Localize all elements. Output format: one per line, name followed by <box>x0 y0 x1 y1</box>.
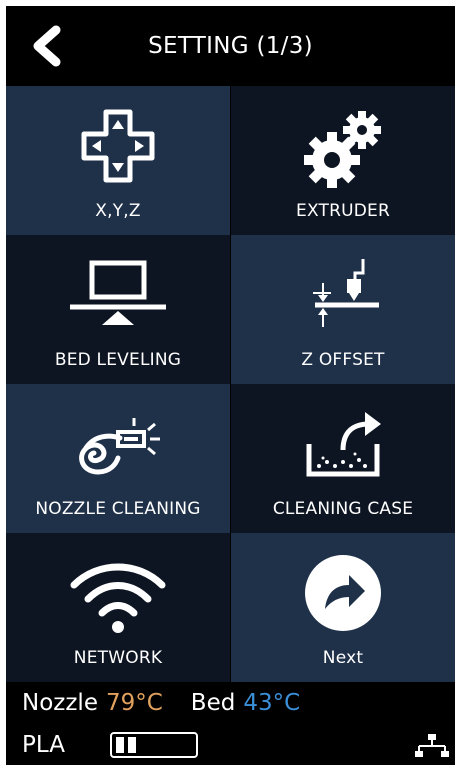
xyz-label: X,Y,Z <box>95 201 141 221</box>
filament-type: PLA <box>22 732 65 758</box>
network-tile[interactable]: NETWORK <box>6 533 230 682</box>
filament-indicator <box>110 732 198 758</box>
extruder-tile[interactable]: EXTRUDER <box>231 86 455 235</box>
network-label: NETWORK <box>73 648 163 668</box>
bed-temperature: 43°C <box>243 690 301 716</box>
dpad-icon <box>81 109 155 183</box>
bed-label: Bed <box>190 690 236 716</box>
indicator-segment <box>128 737 136 753</box>
ethernet-icon <box>415 734 449 757</box>
temperature-readout: Nozzle 79°C Bed 43°C <box>22 690 300 716</box>
nozzle-cleaning-icon <box>79 418 160 475</box>
cleaning-case-icon <box>306 412 381 477</box>
settings-grid: X,Y,Z EXTRUDER BED LEVELING Z OFFSET NOZ… <box>6 86 455 682</box>
nozzle-cleaning-label: NOZZLE CLEANING <box>35 499 201 519</box>
next-label: Next <box>322 648 364 668</box>
z-offset-icon <box>313 259 379 327</box>
next-arrow-icon <box>305 555 381 631</box>
cleaning-case-label: CLEANING CASE <box>272 499 414 519</box>
xyz-tile[interactable]: X,Y,Z <box>6 86 230 235</box>
extruder-label: EXTRUDER <box>296 201 390 221</box>
page-title: SETTING (1/3) <box>148 33 313 59</box>
cleaning-case-tile[interactable]: CLEANING CASE <box>231 384 455 533</box>
indicator-segment <box>116 737 124 753</box>
bed-leveling-label: BED LEVELING <box>54 350 182 370</box>
gears-icon <box>304 111 381 188</box>
z-offset-tile[interactable]: Z OFFSET <box>231 235 455 384</box>
bed-leveling-icon <box>70 260 166 325</box>
next-tile[interactable]: Next <box>231 533 455 682</box>
back-arrow-icon <box>33 25 61 67</box>
header-bar: SETTING (1/3) <box>6 6 455 86</box>
status-bar: Nozzle 79°C Bed 43°C PLA <box>6 682 455 765</box>
bed-leveling-tile[interactable]: BED LEVELING <box>6 235 230 384</box>
nozzle-cleaning-tile[interactable]: NOZZLE CLEANING <box>6 384 230 533</box>
z-offset-label: Z OFFSET <box>301 350 385 370</box>
printer-screen: SETTING (1/3) X,Y,Z EXTRUDER BED LEVELIN… <box>6 6 455 765</box>
nozzle-label: Nozzle <box>22 690 98 716</box>
back-button[interactable] <box>26 24 70 68</box>
nozzle-temperature: 79°C <box>105 690 163 716</box>
wifi-icon <box>70 563 166 633</box>
